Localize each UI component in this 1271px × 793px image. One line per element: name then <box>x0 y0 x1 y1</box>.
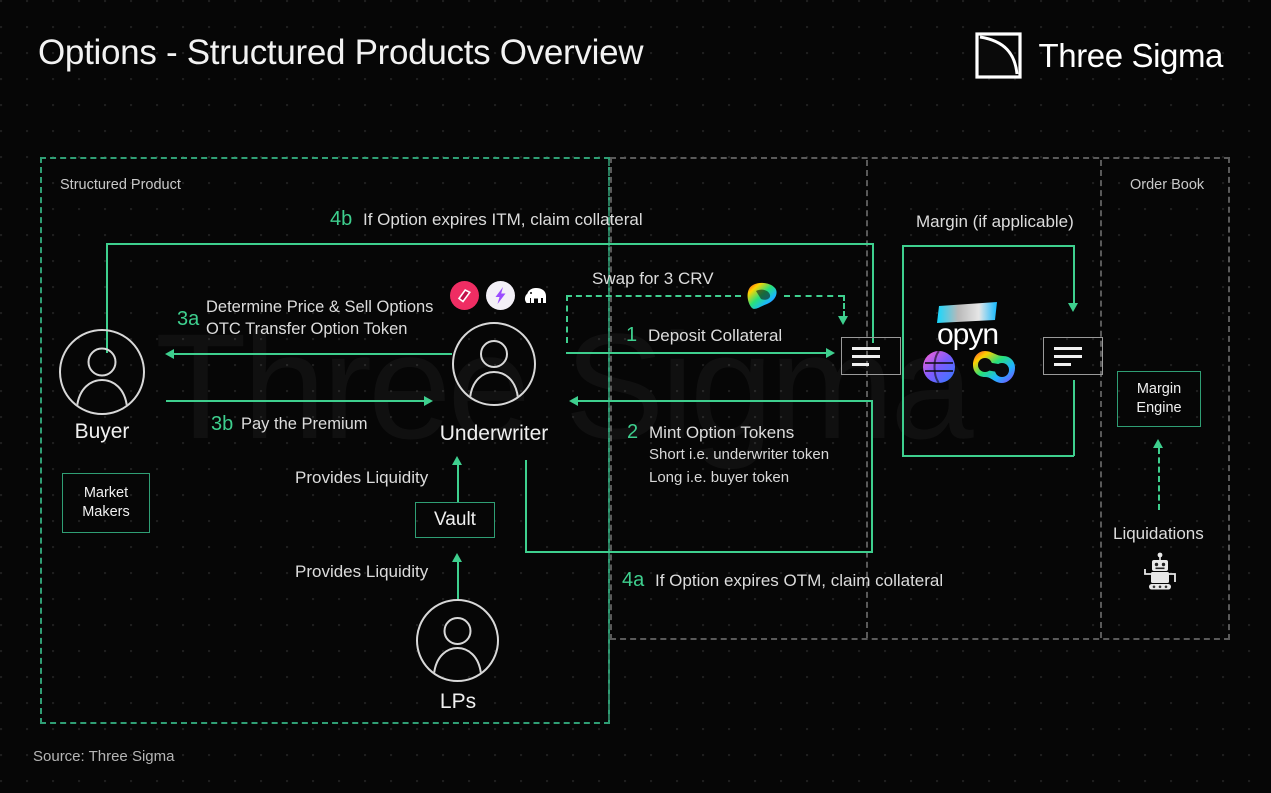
flow-4a-horizontal <box>525 551 873 553</box>
label-provides-liquidity-upper: Provides Liquidity <box>295 468 429 487</box>
node-label-lps: LPs <box>439 690 477 713</box>
order-book-line-1 <box>1054 346 1082 350</box>
ribbon-finance-icon <box>450 281 479 315</box>
step-3a-sublabel: OTC Transfer Option Token <box>206 320 408 338</box>
flow-deposit-arrowhead <box>826 347 835 358</box>
step-4a-number: 4a <box>622 569 645 591</box>
step-4b-number: 4b <box>330 208 353 230</box>
flow-margin-left-vertical <box>902 245 904 455</box>
flow-margin-bottom-right-vertical <box>1073 380 1075 456</box>
region-label-structured-product: Structured Product <box>60 177 181 193</box>
step-3a-label: Determine Price & Sell Options <box>206 298 434 316</box>
label-swap-for-3crv: Swap for 3 CRV <box>592 269 714 288</box>
order-book-line-2 <box>852 354 880 358</box>
flow-mint-arrowhead <box>569 395 578 406</box>
flow-vault-up-arrowhead <box>452 456 462 465</box>
avatar <box>416 599 499 682</box>
robot-icon <box>1139 552 1181 597</box>
node-label-buyer: Buyer <box>74 420 130 443</box>
flow-swap-dash-left <box>566 295 741 297</box>
flow-mint-right-vertical <box>871 400 873 552</box>
label-liquidations: Liquidations <box>1113 524 1204 543</box>
node-label-underwriter: Underwriter <box>439 422 549 445</box>
avatar <box>452 322 536 406</box>
flow-4b-right-vertical <box>872 243 874 343</box>
flow-deposit-line <box>566 352 826 354</box>
flow-3a-line <box>174 353 452 355</box>
flow-margin-bottom-horizontal <box>902 455 1074 457</box>
flow-mint-line <box>578 400 872 402</box>
market-makers-line2: Makers <box>82 504 130 520</box>
market-makers-line1: Market <box>83 485 129 502</box>
order-book-icon-left[interactable] <box>841 337 901 375</box>
order-book-icon-right[interactable] <box>1043 337 1103 375</box>
step-1-number: 1 <box>626 324 638 346</box>
flow-margin-arrowhead <box>1068 303 1078 312</box>
curve-finance-icon <box>745 279 781 318</box>
flow-liquidations-arrowhead <box>1153 439 1163 448</box>
margin-engine-box[interactable]: Margin Engine <box>1117 371 1201 427</box>
flow-lps-up-arrowhead <box>452 553 462 562</box>
divider-orderbook-mid <box>866 160 868 638</box>
three-sigma-square-curve-icon <box>975 32 1023 79</box>
rainbow-ring-icon <box>972 350 1016 389</box>
order-book-line-1 <box>852 346 880 350</box>
vault-box[interactable]: Vault <box>415 502 495 538</box>
step-2-number: 2 <box>627 421 639 443</box>
opyn-token-icon-group <box>922 350 1016 389</box>
label-provides-liquidity-lower: Provides Liquidity <box>295 562 429 581</box>
flow-swap-arrowhead <box>838 316 848 325</box>
flow-4b-horizontal <box>106 243 874 245</box>
thetanuts-lightning-icon <box>486 281 515 315</box>
aevo-sphere-icon <box>922 350 956 389</box>
flow-margin-right-vertical <box>1073 245 1075 305</box>
flow-4a-left-vertical <box>525 460 527 552</box>
vault-label: Vault <box>434 509 476 530</box>
region-label-order-book: Order Book <box>1130 177 1205 193</box>
protocol-icon-group <box>450 281 551 315</box>
step-4b-label: If Option expires ITM, claim collateral <box>363 210 643 229</box>
avatar <box>59 329 145 415</box>
flow-vault-up-line <box>457 465 459 503</box>
order-book-line-3 <box>852 362 869 366</box>
flow-3a-arrowhead <box>165 348 174 359</box>
label-margin-if-applicable: Margin (if applicable) <box>916 212 1074 231</box>
market-makers-box[interactable]: Market Makers <box>62 473 150 533</box>
step-4a-label: If Option expires OTM, claim collateral <box>655 571 944 590</box>
flow-3b-arrowhead <box>424 395 433 406</box>
flow-margin-horizontal <box>902 245 1074 247</box>
flow-lps-up-line <box>457 562 459 600</box>
step-1-label: Deposit Collateral <box>648 326 783 345</box>
margin-engine-line1: Margin <box>1136 381 1182 398</box>
source-note: Source: Three Sigma <box>33 748 175 765</box>
diagram-canvas: Options - Structured Products Overview T… <box>0 0 1271 793</box>
step-2-sublabel-long: Long i.e. buyer token <box>649 469 790 486</box>
brand-name: Three Sigma <box>1038 36 1223 74</box>
opyn-label: opyn <box>937 318 999 351</box>
mammoth-icon <box>522 283 551 314</box>
margin-engine-line2: Engine <box>1136 400 1182 416</box>
step-2-label: Mint Option Tokens <box>649 423 795 442</box>
page-title: Options - Structured Products Overview <box>38 33 644 72</box>
flow-liquidations-dash <box>1158 448 1160 510</box>
flow-swap-dash-vertical <box>843 295 845 317</box>
flow-3b-line <box>166 400 424 402</box>
flow-swap-dash-right <box>784 295 844 297</box>
step-3a-number: 3a <box>177 308 200 330</box>
brand-logo: Three Sigma <box>975 32 1223 79</box>
order-book-line-2 <box>1054 354 1082 358</box>
step-3b-label: Pay the Premium <box>241 415 368 433</box>
flow-swap-dash-down-left <box>566 295 568 343</box>
divider-orderbook-right <box>1100 160 1102 638</box>
step-3b-number: 3b <box>211 413 234 435</box>
step-2-sublabel-short: Short i.e. underwriter token <box>649 446 830 463</box>
order-book-line-3 <box>1054 362 1071 366</box>
